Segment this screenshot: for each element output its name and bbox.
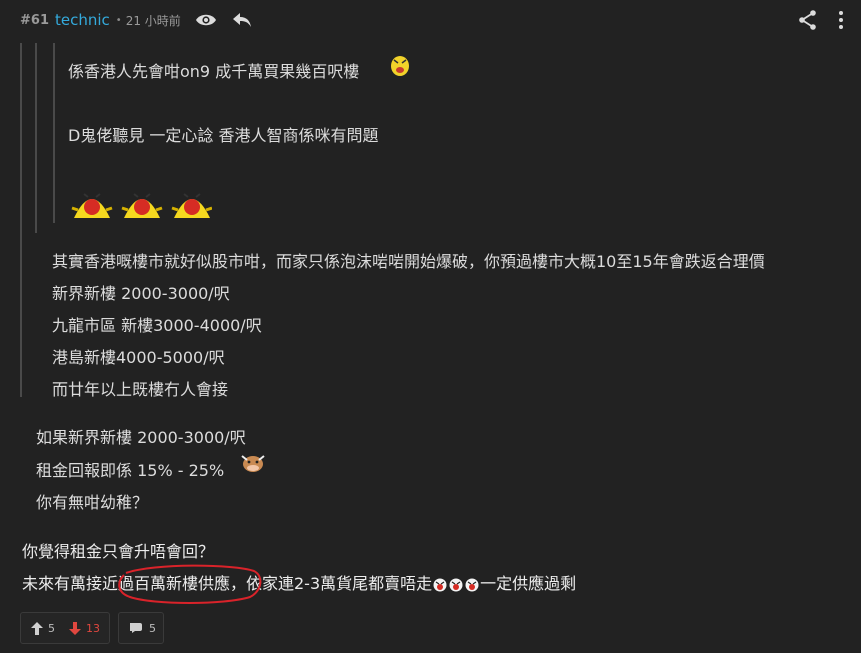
quote2-line4: 港島新樓4000-5000/呎 — [52, 348, 225, 367]
arrow-down-icon — [69, 621, 81, 635]
quote2-line1: 其實香港嘅樓市就好似股市咁，而家只係泡沫啱啱開始爆破，你預過樓市大概10至15年… — [52, 252, 765, 271]
username-link[interactable]: technic — [55, 11, 110, 29]
comment-icon — [129, 622, 143, 634]
quote2-line2: 新界新樓 2000-3000/呎 — [52, 284, 230, 303]
quote1-line3: 你有無咁幼稚？ — [36, 493, 149, 512]
quote3-line2: D鬼佬聽見 一定心諗 香港人智商係咪有問題 — [68, 126, 379, 145]
post-number: #61 — [20, 12, 49, 28]
reply-line2-end: 一定供應過剩 — [480, 574, 577, 593]
reply-count: 5 — [149, 621, 156, 635]
vote-bar: 5 13 — [20, 612, 110, 644]
cow-face-icon — [240, 452, 266, 478]
eye-icon[interactable] — [195, 9, 217, 31]
upvote-button[interactable]: 5 — [31, 621, 55, 635]
post-header: #61 technic • 21 小時前 — [20, 8, 267, 32]
reply-line2: 未來有萬接近過百萬新樓供應，依家連2-3萬貨尾都賣唔走 一定供應過剩 — [22, 570, 576, 594]
post-time: 21 小時前 — [125, 13, 181, 28]
quote2-line5: 而廿年以上既樓冇人會接 — [52, 380, 229, 399]
downvote-count: 13 — [86, 621, 100, 635]
quote1-line2: 租金回報即係 15% - 25% — [36, 461, 225, 480]
more-vertical-icon[interactable] — [834, 8, 848, 32]
quote2-line3: 九龍市區 新樓3000-4000/呎 — [52, 316, 262, 335]
separator: • — [115, 14, 122, 26]
red-circle-annotation — [118, 564, 262, 604]
reply-line1: 你覺得租金只會升唔會回？ — [22, 542, 215, 561]
quote1-line1: 如果新界新樓 2000-3000/呎 — [36, 428, 246, 447]
share-icon[interactable] — [796, 8, 820, 32]
arrow-up-icon — [31, 621, 43, 635]
quote3-line1: 係香港人先會咁on9 成千萬買果幾百呎樓 — [68, 62, 360, 81]
reply-icon[interactable] — [231, 9, 253, 31]
yellow-chick-sticker-icon — [70, 180, 213, 224]
sticker-icon — [388, 52, 412, 82]
downvote-button[interactable]: 13 — [69, 621, 100, 635]
upvote-count: 5 — [48, 621, 55, 635]
laugh-emoji-icons — [433, 578, 479, 592]
replies-button[interactable]: 5 — [118, 612, 164, 644]
